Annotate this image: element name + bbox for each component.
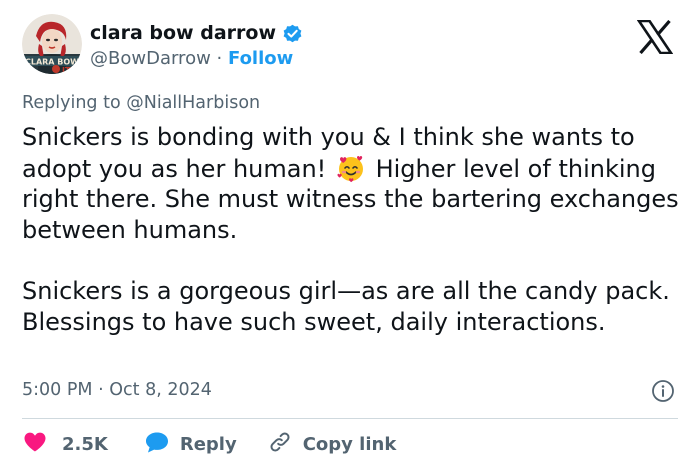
tweet-text: Snickers is bonding with you & I think s… (22, 122, 687, 337)
heart-icon (22, 429, 48, 460)
reply-label: Reply (179, 433, 237, 455)
follow-button[interactable]: Follow (228, 48, 293, 69)
copy-link-label: Copy link (302, 433, 397, 455)
avatar-image: CLARA BOW IT (22, 14, 82, 74)
author-handle[interactable]: @BowDarrow (90, 48, 211, 69)
copy-link-button[interactable]: Copy link (267, 429, 397, 460)
replying-to-mention[interactable]: @NiallHarbison (126, 93, 260, 113)
tweet-date[interactable]: Oct 8, 2024 (109, 380, 212, 400)
like-count: 2.5K (62, 433, 108, 455)
svg-text:CLARA BOW: CLARA BOW (25, 58, 79, 67)
divider (22, 418, 678, 419)
action-bar: 2.5K Reply Copy link (22, 430, 396, 458)
reply-bubble-icon (144, 429, 170, 460)
like-button[interactable]: 2.5K (22, 429, 108, 460)
tweet-paragraph-1: Snickers is bonding with you & I think s… (22, 122, 687, 245)
author-handle-row: @BowDarrow · Follow (90, 48, 293, 69)
link-icon (267, 429, 293, 460)
tweet-paragraph-2: Snickers is a gorgeous girl—as are all t… (22, 277, 670, 336)
avatar[interactable]: CLARA BOW IT (22, 14, 82, 74)
replying-to-prefix: Replying to (22, 93, 121, 113)
reply-button[interactable]: Reply (144, 429, 237, 460)
info-icon[interactable] (651, 379, 675, 403)
svg-text:IT: IT (62, 66, 71, 74)
verified-badge-icon (282, 23, 303, 44)
tweet-timestamp[interactable]: 5:00 PM · Oct 8, 2024 (22, 380, 212, 400)
x-logo-icon[interactable] (636, 19, 674, 55)
handle-separator: · (216, 48, 223, 69)
author-name-row[interactable]: clara bow darrow (90, 22, 303, 44)
replying-to: Replying to @NiallHarbison (22, 93, 260, 113)
smiling-face-with-hearts-icon (336, 153, 366, 183)
author-display-name[interactable]: clara bow darrow (90, 22, 276, 44)
tweet-time[interactable]: 5:00 PM (22, 380, 93, 400)
timestamp-separator: · (98, 380, 104, 400)
